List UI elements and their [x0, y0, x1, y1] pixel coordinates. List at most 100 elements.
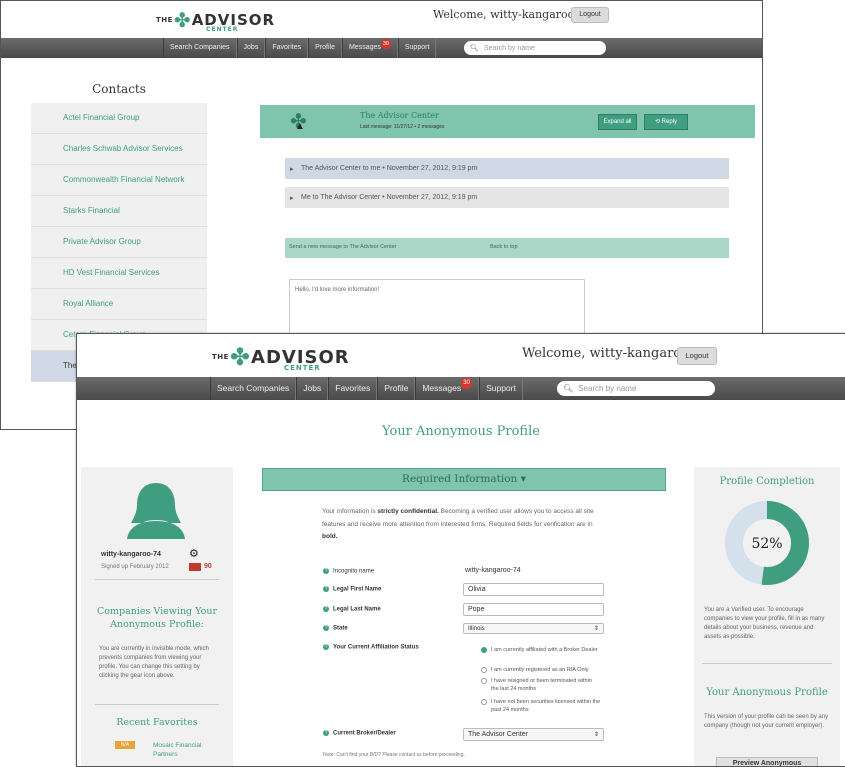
score-value: 90 — [204, 563, 212, 570]
radio-label: I am currently affiliated with a Broker … — [491, 647, 598, 653]
search-icon: 🔍︎ — [563, 384, 574, 393]
nav-item-label: Support — [486, 383, 516, 393]
contacts-title: Contacts — [92, 82, 146, 96]
intro-bold-2: bold. — [322, 533, 338, 540]
search-icon: 🔍︎ — [470, 45, 479, 52]
nav-item-messages[interactable]: Messages 30 — [341, 38, 398, 58]
radio-button[interactable] — [481, 699, 487, 705]
question-icon[interactable]: ? — [323, 606, 329, 612]
contact-item[interactable]: Royal Alliance — [31, 289, 207, 320]
favorite-badge: N/A — [115, 741, 135, 749]
question-icon[interactable]: ? — [323, 644, 329, 650]
nav-item-profile[interactable]: Profile — [377, 377, 416, 400]
nav-item-label: Search Companies — [170, 44, 230, 51]
nav-item-jobs[interactable]: Jobs — [236, 38, 266, 58]
back-to-top-link[interactable]: Back to top — [490, 244, 518, 250]
unread-count-badge: 30 — [380, 39, 391, 49]
incognito-label-text: Incognito name — [333, 568, 375, 575]
advisor-center-logo[interactable]: THE ✤ ADVISOR CENTER — [212, 340, 350, 374]
avatar[interactable] — [123, 479, 189, 539]
last-message-info: Last message: 11/27/12 • 2 messages — [360, 124, 445, 130]
logo-sub: CENTER — [284, 364, 321, 372]
nav-item-support[interactable]: Support — [397, 38, 437, 58]
companies-viewing-text: You are currently in invisible mode, whi… — [99, 646, 209, 679]
radio-label: I have resigned or been terminated withi… — [491, 678, 592, 692]
contact-item[interactable]: Actel Financial Group — [31, 103, 207, 134]
nav-item-support[interactable]: Support — [479, 377, 523, 400]
affiliation-radio-option[interactable]: I have resigned or been terminated withi… — [481, 677, 601, 693]
radio-label: I have not been securities licensed with… — [491, 699, 601, 713]
first-name-field[interactable]: Olivia — [463, 583, 604, 596]
search-placeholder: Search by name — [578, 384, 637, 393]
logo-the: THE — [212, 353, 229, 361]
nav-item-label: Support — [404, 44, 430, 51]
contact-item[interactable]: Commonwealth Financial Network — [31, 165, 207, 196]
radio-label: I am currently registered as an RIA Only — [491, 667, 589, 673]
expand-arrow-icon: ▸ — [290, 166, 294, 173]
question-icon[interactable]: ? — [323, 568, 329, 574]
question-icon[interactable]: ? — [323, 730, 329, 736]
logout-button[interactable]: Logout — [571, 7, 609, 23]
intro-pre: Your information is — [322, 508, 378, 515]
contact-item[interactable]: Private Advisor Group — [31, 227, 207, 258]
affiliation-radio-option[interactable]: I am currently affiliated with a Broker … — [481, 646, 601, 654]
broker-dealer-note: Note: Can't find your B/D? Please contac… — [323, 752, 465, 758]
thread-row-2[interactable]: ▸ Me to The Advisor Center • November 27… — [285, 187, 729, 208]
state-label: ? State — [323, 625, 348, 632]
broker-dealer-select[interactable]: The Advisor Center ⇕ — [463, 728, 604, 741]
state-select[interactable]: Illinois ⇕ — [463, 623, 604, 634]
recent-favorites-title: Recent Favorites — [116, 717, 198, 728]
contact-item[interactable]: HD Vest Financial Services — [31, 258, 207, 289]
nav-item-profile[interactable]: Profile — [308, 38, 342, 58]
left-sidebar: witty-kangaroo-74 ⚙ Signed up February 2… — [81, 467, 233, 766]
reply-icon: ⟲ — [654, 119, 662, 125]
contact-item[interactable]: Charles Schwab Advisor Services — [31, 134, 207, 165]
affiliation-label-text: Your Current Affiliation Status — [333, 644, 419, 651]
completion-donut: 52% — [725, 501, 809, 585]
favorite-link[interactable]: Mosaic Financial Partners — [153, 741, 213, 759]
broker-dealer-label: ? Current Broker/Dealer — [323, 730, 396, 737]
radio-button[interactable] — [481, 678, 487, 684]
radio-button[interactable] — [481, 667, 487, 673]
logo-sub: CENTER — [206, 26, 239, 33]
thread-row-1[interactable]: ▸ The Advisor Center to me • November 27… — [285, 158, 729, 179]
nav-item-search-companies[interactable]: Search Companies — [210, 377, 297, 400]
search-input[interactable]: 🔍︎ Search by name — [557, 381, 715, 396]
state-value: Illinois — [468, 626, 485, 632]
question-icon[interactable]: ? — [323, 586, 329, 592]
reply-label: Reply — [661, 119, 678, 125]
broker-dealer-label-text: Current Broker/Dealer — [333, 730, 396, 737]
advisor-center-logo[interactable]: THE ✤ ADVISOR CENTER — [156, 5, 275, 35]
nav-item-label: Profile — [384, 383, 409, 393]
first-name-label: ? Legal First Name — [323, 586, 381, 593]
contact-item[interactable]: Starks Financial — [31, 196, 207, 227]
last-name-label: ? Legal Last Name — [323, 606, 381, 613]
radio-button[interactable] — [481, 647, 487, 653]
gear-icon[interactable]: ⚙ — [189, 547, 199, 560]
question-icon[interactable]: ? — [323, 625, 329, 631]
nav-item-label: Favorites — [335, 383, 371, 393]
nav-item-favorites[interactable]: Favorites — [265, 38, 309, 58]
nav-item-jobs[interactable]: Jobs — [296, 377, 329, 400]
welcome-text: Welcome, witty-kangaroo-74 — [433, 8, 592, 21]
nav-item-favorites[interactable]: Favorites — [328, 377, 378, 400]
last-name-field[interactable]: Pope — [463, 603, 604, 616]
required-info-header[interactable]: Required Information ▾ — [262, 468, 666, 491]
thread-label-2: Me to The Advisor Center • November 27, … — [301, 194, 478, 201]
nav-item-label: Favorites — [272, 44, 302, 51]
nav-item-messages[interactable]: Messages 30 — [415, 377, 480, 400]
logout-button[interactable]: Logout — [677, 347, 717, 365]
nav-item-label: Messages — [348, 44, 381, 51]
select-arrows-icon: ⇕ — [593, 732, 599, 738]
affiliation-radio-option[interactable]: I am currently registered as an RIA Only — [481, 666, 601, 674]
front-window: THE ✤ ADVISOR CENTER Welcome, witty-kang… — [76, 333, 845, 767]
search-input[interactable]: 🔍︎ Search by name — [464, 41, 606, 55]
expand-all-button[interactable]: Expand all — [598, 114, 637, 130]
nav-bar: Search Companies Jobs Favorites Profile Mess… — [77, 377, 845, 400]
affiliation-radio-option[interactable]: I have not been securities licensed with… — [481, 698, 601, 714]
first-name-label-text: Legal First Name — [333, 586, 382, 593]
reply-button[interactable]: ⟲ Reply — [644, 114, 688, 130]
profile-completion-title: Profile Completion — [719, 476, 815, 487]
state-label-text: State — [333, 625, 348, 632]
nav-item-search-companies[interactable]: Search Companies — [163, 38, 237, 58]
